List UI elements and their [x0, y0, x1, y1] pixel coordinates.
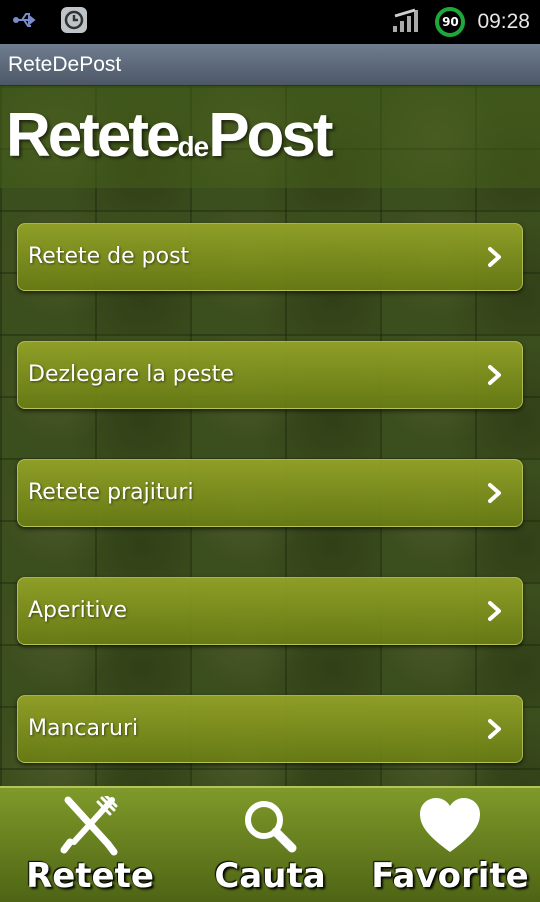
menu-item-label: Dezlegare la peste	[28, 362, 234, 387]
status-clock: 09:28	[477, 10, 530, 33]
heart-icon	[420, 798, 480, 852]
nav-cauta-button[interactable]: Cauta	[180, 788, 360, 902]
status-bar: 90 09:28	[0, 0, 540, 44]
menu-item-retete-de-post[interactable]: Retete de post	[17, 223, 523, 291]
usb-icon	[12, 10, 42, 34]
nav-retete-label: Retete	[26, 856, 154, 896]
menu-item-retete-prajituri[interactable]: Retete prajituri	[17, 459, 523, 527]
alarm-icon	[60, 6, 88, 38]
chevron-right-icon	[488, 365, 501, 385]
fork-knife-icon	[60, 796, 118, 856]
menu-item-label: Retete de post	[28, 244, 190, 269]
menu-item-aperitive[interactable]: Aperitive	[17, 577, 523, 645]
nav-favorite-label: Favorite	[371, 856, 529, 896]
logo-part2: de	[177, 131, 210, 162]
bottom-nav: Retete Cauta Favorite	[0, 786, 540, 902]
logo-part3: Post	[208, 101, 333, 170]
menu-item-mancaruri[interactable]: Mancaruri	[17, 695, 523, 763]
nav-favorite-button[interactable]: Favorite	[360, 788, 540, 902]
nav-cauta-label: Cauta	[214, 856, 326, 896]
chevron-right-icon	[488, 247, 501, 267]
battery-indicator: 90	[435, 7, 466, 37]
main-content: RetetedePost Retete de post Dezlegare la…	[0, 86, 540, 786]
app-title-bar: ReteDePost	[0, 44, 540, 86]
chevron-right-icon	[488, 601, 501, 621]
menu-item-label: Mancaruri	[28, 716, 139, 741]
logo-part1: Retete	[6, 101, 181, 170]
menu-item-dezlegare-la-peste[interactable]: Dezlegare la peste	[17, 341, 523, 409]
search-icon	[245, 801, 297, 853]
chevron-right-icon	[488, 483, 501, 503]
chevron-right-icon	[488, 719, 501, 739]
menu-item-label: Aperitive	[28, 598, 127, 623]
menu-item-label: Retete prajituri	[28, 480, 194, 505]
app-logo: RetetedePost	[6, 100, 334, 171]
nav-retete-button[interactable]: Retete	[0, 788, 180, 902]
signal-icon	[391, 6, 423, 38]
